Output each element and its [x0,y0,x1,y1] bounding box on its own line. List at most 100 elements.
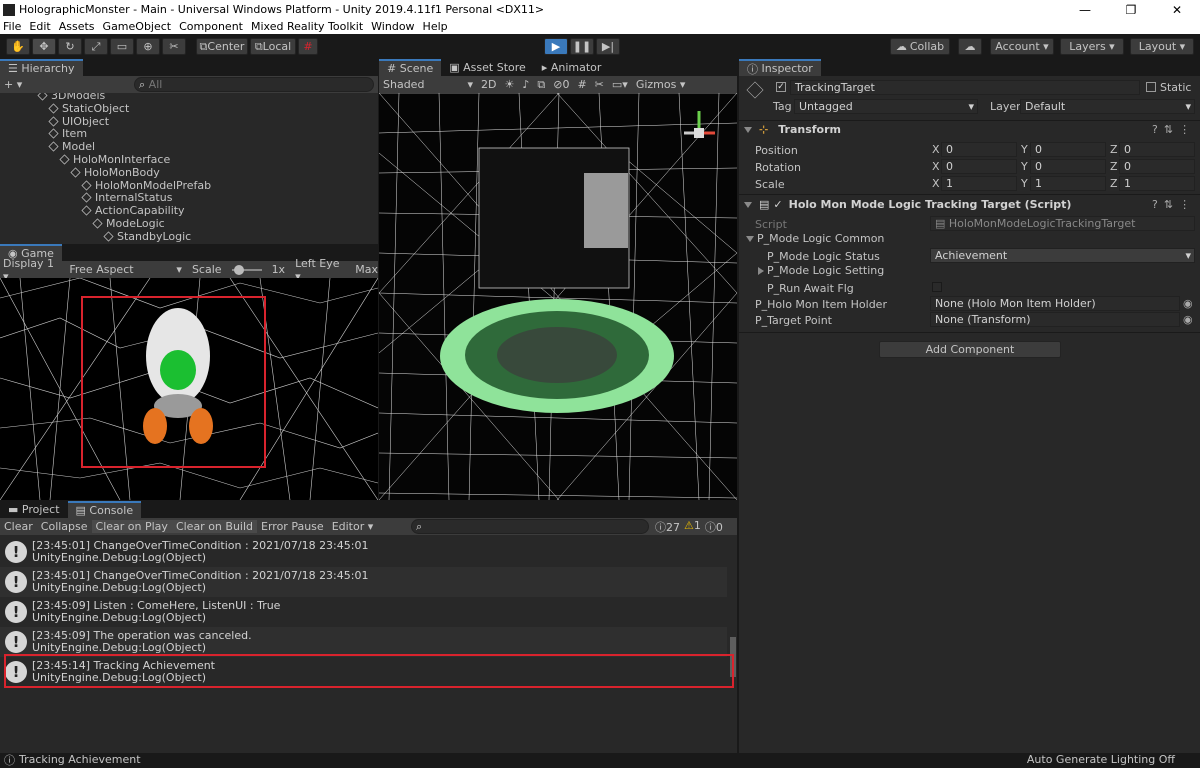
position-x-field[interactable]: 0 [941,142,1017,157]
status-dropdown[interactable]: Achievement▾ [930,248,1195,263]
console-scrollbar[interactable] [729,537,737,753]
transform-tool-icon[interactable]: ⊕ [136,38,160,55]
menu-file[interactable]: File [3,20,21,33]
preset-icon[interactable]: ⇅ [1164,198,1173,211]
menu-component[interactable]: Component [179,20,243,33]
error-count-toggle[interactable]: ⓘ0 [705,519,723,535]
mode-logic-setting-foldout[interactable]: P_Mode Logic Setting [758,264,884,277]
collapse-button[interactable]: Collapse [37,520,92,533]
account-dropdown[interactable]: Account ▾ [990,38,1054,55]
more-icon[interactable]: ⋮ [1179,198,1190,211]
gizmos-dropdown[interactable]: Gizmos ▾ [636,78,686,91]
layers-dropdown[interactable]: Layers ▾ [1060,38,1124,55]
tab-hierarchy[interactable]: ☰ Hierarchy [0,59,83,76]
clear-on-play-button[interactable]: Clear on Play [92,520,172,533]
console-search[interactable]: ⌕ [411,519,649,534]
console-log-entry[interactable]: ![23:45:09] Listen : ComeHere, ListenUI … [0,597,727,627]
hierarchy-item[interactable]: Item [49,127,87,140]
status-message[interactable]: Tracking Achievement [19,753,141,766]
pivot-local-button[interactable]: ⧉Local [250,38,296,55]
game-viewport[interactable] [0,278,378,500]
tab-project[interactable]: ▬ Project [0,501,68,518]
transform-header[interactable]: ⊹Transform [744,123,841,136]
layout-dropdown[interactable]: Layout ▾ [1130,38,1194,55]
target-point-field[interactable]: None (Transform) [930,312,1180,327]
camera-icon[interactable]: ▭▾ [612,78,628,91]
clear-on-build-button[interactable]: Clear on Build [172,520,257,533]
add-component-button[interactable]: Add Component [879,341,1061,358]
hierarchy-item[interactable]: 3DModels [38,93,105,102]
help-icon[interactable]: ? [1152,123,1158,136]
pause-button[interactable]: ❚❚ [570,38,594,55]
scale-z-field[interactable]: 1 [1119,176,1195,191]
menu-window[interactable]: Window [371,20,414,33]
rotation-y-field[interactable]: 0 [1030,159,1106,174]
script-component-header[interactable]: ▤✓Holo Mon Mode Logic Tracking Target (S… [744,198,1071,211]
mode-logic-common-foldout[interactable]: P_Mode Logic Common [746,232,884,245]
clear-button[interactable]: Clear [0,520,37,533]
hierarchy-item[interactable]: StaticObject [49,102,129,115]
menu-help[interactable]: Help [423,20,448,33]
tools-icon[interactable]: ✂ [595,78,604,91]
preset-icon[interactable]: ⇅ [1164,123,1173,136]
warning-count-toggle[interactable]: ⚠1 [684,519,701,535]
hierarchy-search[interactable]: ⌕ All [134,77,374,92]
hierarchy-item[interactable]: ActionCapability [82,204,185,217]
object-picker-icon[interactable]: ◉ [1183,297,1193,310]
scale-y-field[interactable]: 1 [1030,176,1106,191]
scale-x-field[interactable]: 1 [941,176,1017,191]
hand-tool-icon[interactable]: ✋ [6,38,30,55]
play-button[interactable]: ▶ [544,38,568,55]
item-holder-field[interactable]: None (Holo Mon Item Holder) [930,296,1180,311]
create-button[interactable]: + ▾ [4,78,22,91]
hierarchy-item[interactable]: ModeLogic [93,217,165,230]
console-log-entry[interactable]: ![23:45:01] ChangeOverTimeCondition : 20… [0,567,727,597]
hierarchy-item[interactable]: HoloMonInterface [60,153,170,166]
menu-gameobject[interactable]: GameObject [103,20,172,33]
menu-edit[interactable]: Edit [29,20,50,33]
collab-button[interactable]: ☁Collab [890,38,950,55]
error-pause-button[interactable]: Error Pause [257,520,328,533]
rect-tool-icon[interactable]: ▭ [110,38,134,55]
hierarchy-item[interactable]: HoloMonBody [71,166,160,179]
lighting-status[interactable]: Auto Generate Lighting Off [1027,753,1175,766]
hidden-objects-toggle[interactable]: ⊘0 [553,78,569,91]
tab-asset-store[interactable]: ▣ Asset Store [441,59,534,76]
static-checkbox[interactable] [1146,82,1156,92]
script-component-menu[interactable]: ?⇅⋮ [1152,198,1190,211]
object-name-field[interactable]: TrackingTarget [790,80,1140,95]
position-z-field[interactable]: 0 [1119,142,1195,157]
component-menu[interactable]: ? ⇅ ⋮ [1152,123,1190,136]
tab-console[interactable]: ▤ Console [68,501,142,518]
log-count-toggle[interactable]: ⓘ27 [655,519,680,535]
effects-icon[interactable]: ⧉ [537,78,545,92]
aspect-dropdown[interactable]: Free Aspect ▾ [69,263,182,276]
step-button[interactable]: ▶| [596,38,620,55]
hierarchy-item[interactable]: InternalStatus [82,191,172,204]
maximize-button[interactable]: ❐ [1108,3,1154,17]
position-y-field[interactable]: 0 [1030,142,1106,157]
more-icon[interactable]: ⋮ [1179,123,1190,136]
tab-scene[interactable]: # Scene [379,59,441,76]
object-picker-icon[interactable]: ◉ [1183,313,1193,326]
move-tool-icon[interactable]: ✥ [32,38,56,55]
grid-snap-icon[interactable]: # [298,38,318,55]
editor-dropdown[interactable]: Editor ▾ [328,520,378,533]
toggle-2d-button[interactable]: 2D [481,78,496,91]
grid-icon[interactable]: # [577,78,586,91]
tab-inspector[interactable]: ⓘ Inspector [739,59,821,76]
audio-icon[interactable]: ♪ [522,78,529,91]
tag-dropdown[interactable]: Untagged▾ [794,99,978,114]
maximize-toggle[interactable]: Max [355,263,378,276]
scene-viewport[interactable] [379,93,737,500]
rotation-x-field[interactable]: 0 [941,159,1017,174]
shading-mode-dropdown[interactable]: Shaded▾ [383,78,473,91]
hierarchy-item[interactable]: UIObject [49,115,109,128]
rotate-tool-icon[interactable]: ↻ [58,38,82,55]
layer-dropdown[interactable]: Default▾ [1020,99,1195,114]
hierarchy-item[interactable]: Model [49,140,95,153]
scale-tool-icon[interactable]: ⤢ [84,38,108,55]
console-log-entry[interactable]: ![23:45:01] ChangeOverTimeCondition : 20… [0,537,727,567]
close-button[interactable]: ✕ [1154,3,1200,17]
pivot-center-button[interactable]: ⧉Center [196,38,248,55]
